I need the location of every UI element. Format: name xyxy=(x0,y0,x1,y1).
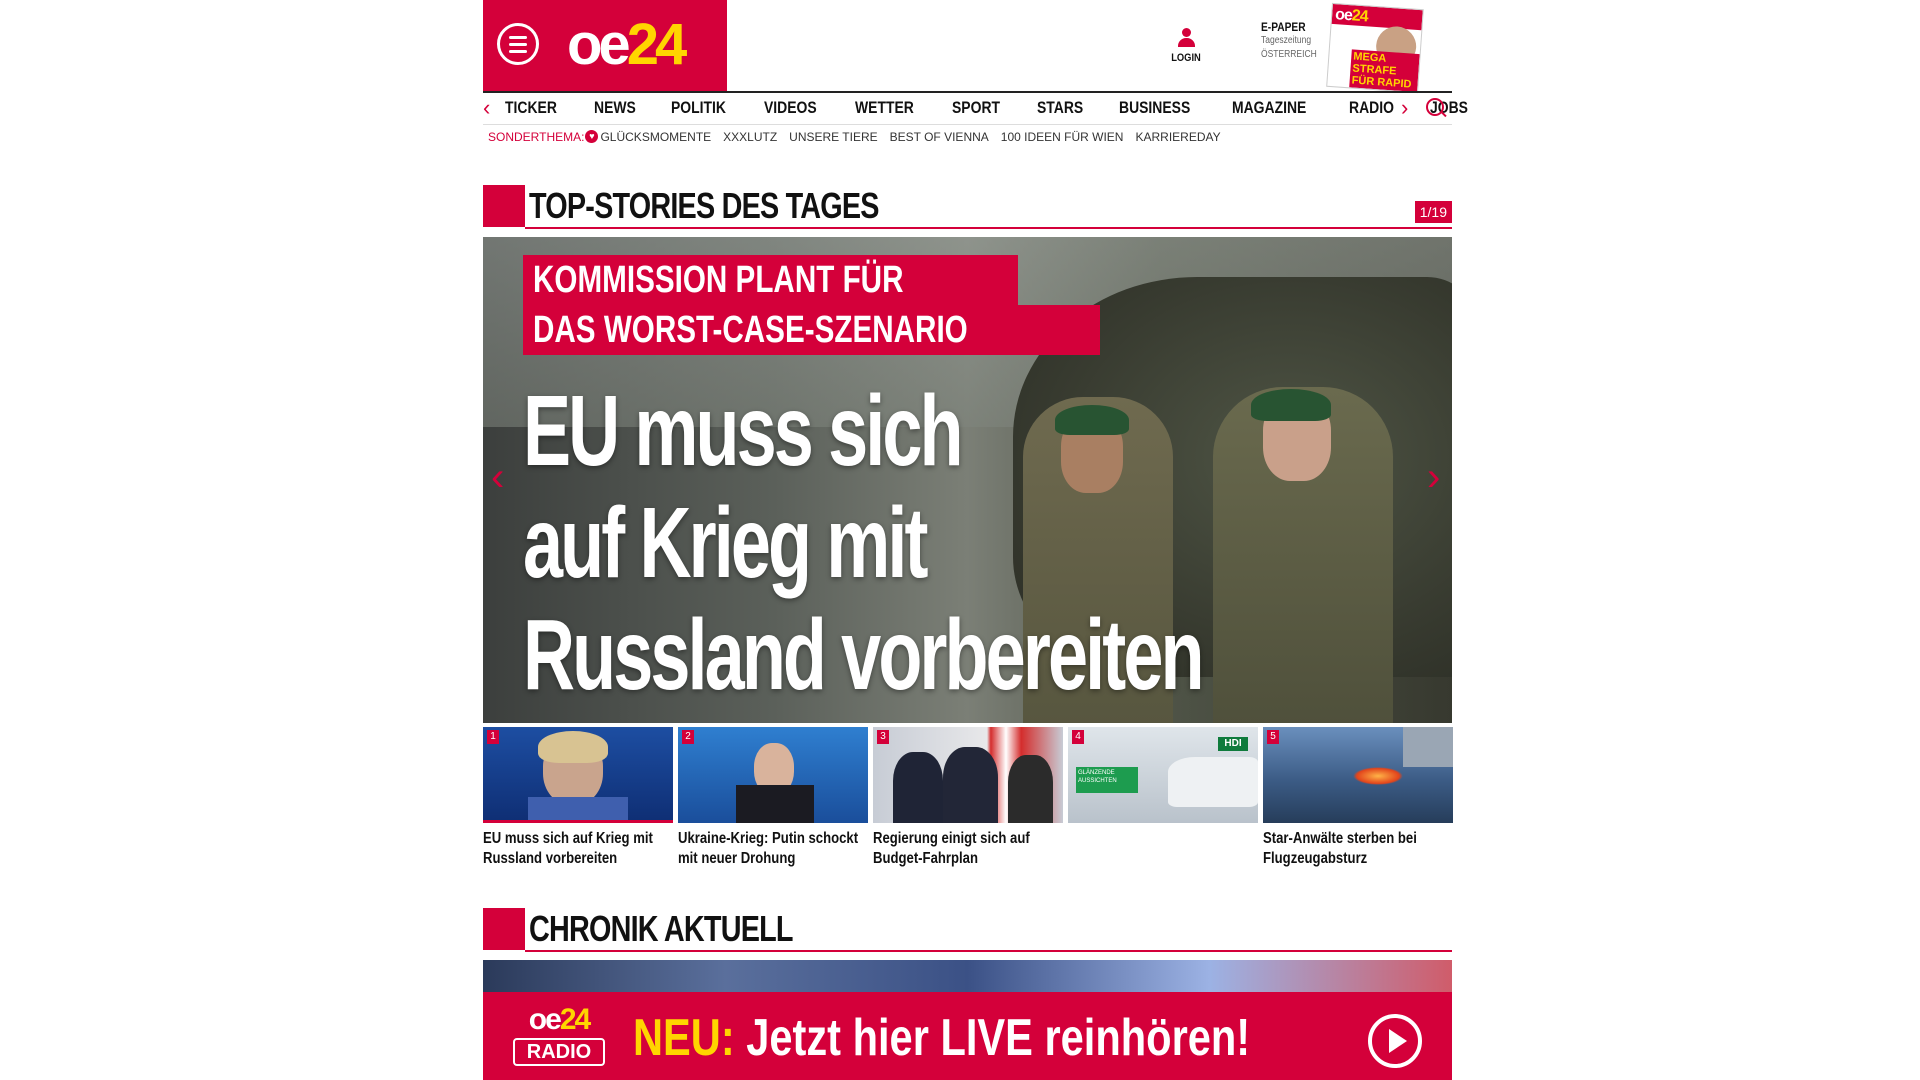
chevron-left-icon[interactable]: ‹ xyxy=(483,95,490,121)
cover-headline: MEGA STRAFE FÜR RAPID xyxy=(1349,49,1420,93)
story-caption: Regierung einigt sich auf Budget-Fahrpla… xyxy=(873,830,1030,867)
epaper-link[interactable]: E-PAPER Tageszeitung ÖSTERREICH xyxy=(1261,20,1331,62)
ad-text: GLÄNZENDE AUSSICHTEN xyxy=(1076,767,1138,793)
hero-slide[interactable]: KOMMISSION PLANT FÜR DAS WORST-CASE-SZEN… xyxy=(483,237,1452,723)
section-title[interactable]: CHRONIK AKTUELL xyxy=(529,908,794,950)
epaper-cover-image[interactable]: oe24 MEGA STRAFE FÜR RAPID xyxy=(1326,2,1424,94)
story-thumb-2[interactable]: 2 Ukraine-Krieg: Putin schockt mit neuer… xyxy=(678,727,868,869)
sub-nav: SONDERTHEMA: ♥ GLÜCKSMOMENTE XXXLUTZ UNS… xyxy=(488,130,1233,144)
story-thumb-3[interactable]: 3 Regierung einigt sich auf Budget-Fahrp… xyxy=(873,727,1063,869)
site-logo[interactable]: oe24 xyxy=(567,10,687,80)
subnav-item-xxxlutz[interactable]: XXXLUTZ xyxy=(723,130,777,144)
main-nav: ‹ TICKER NEWS POLITIK VIDEOS WETTER SPOR… xyxy=(483,91,1468,125)
login-label: LOGIN xyxy=(1171,52,1201,64)
hero-kicker-line-1: KOMMISSION PLANT FÜR xyxy=(523,255,1018,305)
epaper-subtitle: Tageszeitung xyxy=(1261,35,1312,46)
nav-item-magazine[interactable]: MAGAZINE xyxy=(1232,98,1306,118)
nav-item-ticker[interactable]: TICKER xyxy=(505,98,557,118)
slide-counter: 1/19 xyxy=(1414,201,1452,223)
nav-item-radio[interactable]: RADIO xyxy=(1349,98,1394,118)
story-thumb-4-ad[interactable]: HDI GLÄNZENDE AUSSICHTEN 4 xyxy=(1068,727,1258,829)
play-icon[interactable] xyxy=(1368,1014,1422,1068)
page: oe24 LOGIN E-PAPER Tageszeitung ÖSTERREI… xyxy=(483,0,1468,1080)
nav-item-sport[interactable]: SPORT xyxy=(952,98,1000,118)
subnav-item-gluecksmomente[interactable]: GLÜCKSMOMENTE xyxy=(600,130,711,144)
user-icon xyxy=(1177,28,1195,48)
nav-item-news[interactable]: NEWS xyxy=(594,98,636,118)
subnav-item-best-of-vienna[interactable]: BEST OF VIENNA xyxy=(890,130,989,144)
sonderthema-label: SONDERTHEMA: xyxy=(488,130,585,144)
ad-badge: HDI xyxy=(1218,737,1248,751)
header-logo-area: oe24 xyxy=(483,0,727,91)
nav-item-wetter[interactable]: WETTER xyxy=(855,98,914,118)
nav-list: TICKER NEWS POLITIK VIDEOS WETTER SPORT … xyxy=(505,98,1502,118)
nav-item-business[interactable]: BUSINESS xyxy=(1119,98,1190,118)
search-icon[interactable] xyxy=(1426,98,1444,116)
hero-headline[interactable]: EU muss sich auf Krieg mit Russland vorb… xyxy=(523,375,1204,711)
epaper-title: E-PAPER xyxy=(1261,20,1306,34)
hero-kicker-line-2: DAS WORST-CASE-SZENARIO xyxy=(523,305,1101,355)
story-thumb-1[interactable]: 1 EU muss sich auf Krieg mit Russland vo… xyxy=(483,727,673,869)
nav-item-stars[interactable]: STARS xyxy=(1037,98,1083,118)
story-caption: Star-Anwälte sterben bei Flugzeugabsturz xyxy=(1263,830,1417,867)
story-thumb-5[interactable]: 5 Star-Anwälte sterben bei Flugzeugabstu… xyxy=(1263,727,1453,869)
nav-item-politik[interactable]: POLITIK xyxy=(671,98,726,118)
cover-logo: oe24 xyxy=(1334,6,1369,26)
slider-next-icon[interactable]: › xyxy=(1427,457,1440,497)
radio-banner-text: NEU: Jetzt hier LIVE reinhören! xyxy=(633,1009,1251,1067)
radio-logo: oe24 RADIO xyxy=(513,1004,605,1066)
menu-icon[interactable] xyxy=(497,23,539,65)
login-button[interactable]: LOGIN xyxy=(1161,28,1211,64)
chronik-heading: CHRONIK AKTUELL xyxy=(483,908,1452,952)
nav-item-videos[interactable]: VIDEOS xyxy=(764,98,817,118)
slider-prev-icon[interactable]: ‹ xyxy=(491,457,504,497)
subnav-item-unsere-tiere[interactable]: UNSERE TIERE xyxy=(789,130,877,144)
story-caption: EU muss sich auf Krieg mit Russland vorb… xyxy=(483,830,653,867)
top-stories-heading: TOP-STORIES DES TAGES 1/19 xyxy=(483,185,1452,229)
story-thumbnails: 1 EU muss sich auf Krieg mit Russland vo… xyxy=(483,727,1453,877)
radio-live-banner[interactable]: oe24 RADIO NEU: Jetzt hier LIVE reinhöre… xyxy=(483,960,1452,1080)
heart-icon: ♥ xyxy=(585,130,599,143)
story-caption: Ukraine-Krieg: Putin schockt mit neuer D… xyxy=(678,830,859,867)
logo-main: oe xyxy=(567,12,631,77)
subnav-item-100-ideen[interactable]: 100 IDEEN FÜR WIEN xyxy=(1001,130,1124,144)
epaper-subtitle-2: ÖSTERREICH xyxy=(1261,49,1317,60)
section-title[interactable]: TOP-STORIES DES TAGES xyxy=(529,185,879,227)
logo-accent: 24 xyxy=(626,12,687,77)
subnav-item-karriereday[interactable]: KARRIEREDAY xyxy=(1135,130,1220,144)
chevron-right-icon[interactable]: › xyxy=(1401,95,1408,121)
